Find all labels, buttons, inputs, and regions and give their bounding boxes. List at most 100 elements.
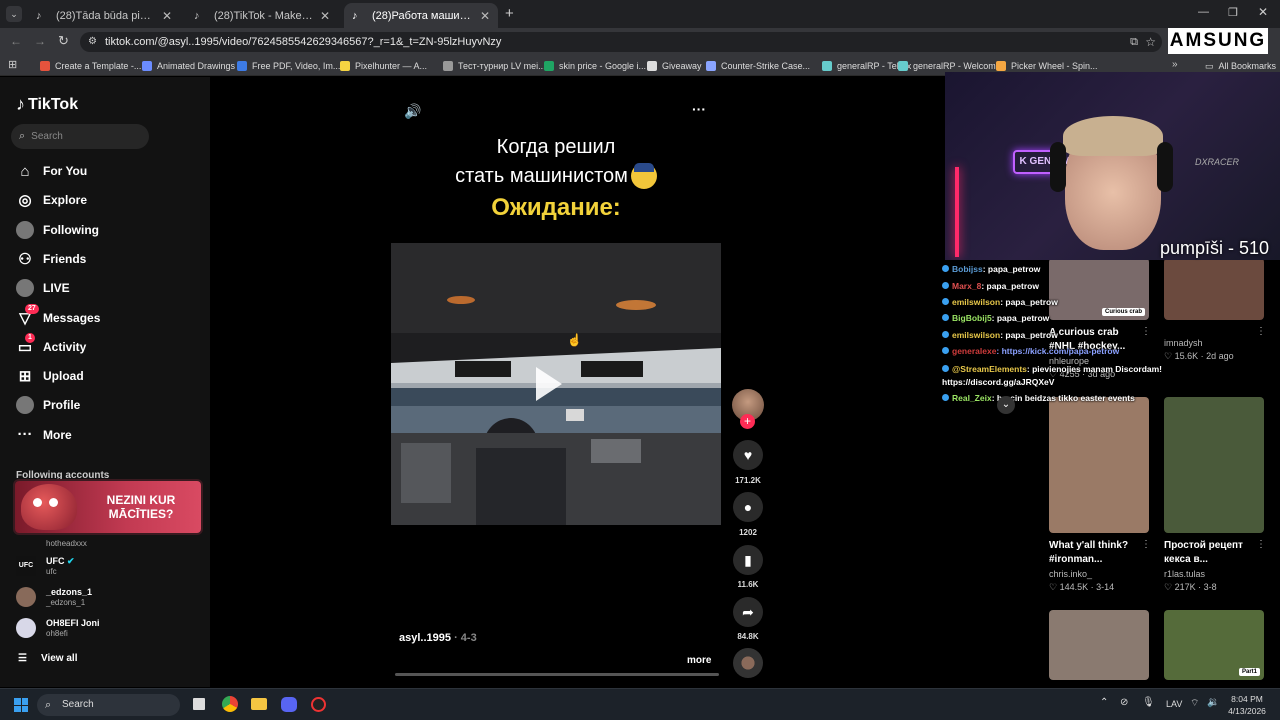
video-thumbnail[interactable] — [1164, 258, 1264, 320]
search-input[interactable]: ⌕ Search — [11, 124, 149, 149]
sidebar-item-friends[interactable]: ⚇ Friends — [16, 248, 86, 270]
sidebar-item-explore[interactable]: ◎ Explore — [16, 189, 87, 211]
play-icon[interactable] — [536, 367, 562, 401]
chat-text: : papa_petrow — [991, 313, 1050, 323]
close-tab-icon[interactable]: ✕ — [480, 9, 490, 23]
volume-tray-icon[interactable]: 🔉 — [1207, 697, 1219, 708]
bookmark-favicon-icon — [544, 61, 554, 71]
rgb-light — [955, 167, 959, 257]
browser-tab[interactable]: ♪ (28)TikTok - Make Your Day ✕ — [186, 3, 338, 28]
browser-tab-active[interactable]: ♪ (28)Работа машиниста: реаль ✕ — [344, 3, 498, 28]
sidebar-item-following[interactable]: Following — [16, 219, 99, 241]
bookmark-item[interactable]: Counter-Strike Case... — [706, 58, 810, 74]
chat-username: generalexe — [952, 346, 997, 356]
close-tab-icon[interactable]: ✕ — [320, 9, 330, 23]
following-account[interactable]: UFC UFC ✔ ufc — [16, 552, 75, 580]
video-author[interactable]: r1las.tulas — [1164, 569, 1205, 579]
browser-tab[interactable]: ♪ (28)Tāda būda pienāca #fyp #v ✕ — [28, 3, 180, 28]
sidebar-item-live[interactable]: LIVE — [16, 277, 70, 299]
task-view-icon[interactable] — [193, 698, 205, 710]
app-icon[interactable] — [311, 697, 326, 712]
microphone-icon[interactable]: 🎙 — [1142, 697, 1155, 708]
bookmark-item[interactable]: Animated Drawings — [142, 58, 235, 74]
sidebar-item-activity[interactable]: ▭ 1 Activity — [16, 332, 86, 358]
url-input[interactable]: ⚙ tiktok.com/@asyl..1995/video/762458554… — [80, 32, 1162, 52]
chat-badge-icon — [942, 394, 949, 401]
ad-banner[interactable]: NEZINI KUR MĀCĪTIES? — [15, 481, 201, 533]
chat-text: : papa_petrow — [1000, 330, 1058, 340]
minimize-window-icon[interactable]: — — [1198, 6, 1209, 18]
video-title[interactable]: Простой рецепт кекса в... — [1164, 539, 1260, 567]
heart-outline-icon: ♡ — [1164, 582, 1173, 592]
tab-search-button[interactable]: ⌄ — [6, 6, 22, 22]
windows-start-icon[interactable] — [14, 698, 28, 712]
tray-overflow-icon[interactable]: ⌃ — [1100, 697, 1108, 708]
new-tab-button[interactable]: + — [505, 5, 514, 22]
like-button[interactable]: ♥ — [733, 440, 763, 470]
bookmark-item[interactable]: Create a Template -... — [40, 58, 141, 74]
bookmark-star-icon[interactable]: ☆ — [1145, 32, 1156, 52]
site-info-icon[interactable]: ⚙ — [88, 32, 97, 52]
close-tab-icon[interactable]: ✕ — [162, 9, 172, 23]
video-thumbnail[interactable] — [1049, 610, 1149, 680]
video-title[interactable]: What y'all think? #ironman... — [1049, 539, 1145, 567]
following-account[interactable]: OH8EFI Joni oh8efi — [16, 614, 100, 642]
following-account[interactable]: _edzons_1 _edzons_1 — [16, 583, 92, 611]
sound-disc-icon[interactable] — [733, 648, 763, 678]
reload-icon[interactable]: ↻ — [58, 33, 69, 49]
wifi-icon[interactable]: ⌔ — [1190, 697, 1199, 710]
video-thumbnail[interactable] — [1049, 397, 1149, 533]
follow-plus-icon[interactable]: + — [740, 414, 755, 429]
forward-icon[interactable]: → — [34, 34, 46, 48]
share-button[interactable]: ➦ — [733, 597, 763, 627]
video-menu-icon[interactable]: ⋮ — [1256, 539, 1266, 550]
chat-message: emilswilson: papa_petrow — [942, 330, 1058, 340]
sidebar-item-upload[interactable]: ⊞ Upload — [16, 365, 84, 387]
video-menu-icon[interactable]: ⋮ — [1141, 326, 1151, 337]
more-link[interactable]: more — [687, 655, 711, 666]
bookmark-item[interactable]: skin price - Google i... — [544, 58, 646, 74]
video-player[interactable]: ☝ — [391, 243, 721, 525]
sidebar-item-for-you[interactable]: ⌂ For You — [16, 160, 87, 182]
video-options-icon[interactable]: ··· — [692, 101, 706, 117]
save-button[interactable]: ▮ — [733, 545, 763, 575]
sidebar-item-profile[interactable]: Profile — [16, 394, 80, 416]
volume-icon[interactable]: 🔊 — [404, 103, 421, 120]
restore-window-icon[interactable]: ❐ — [1228, 6, 1238, 19]
video-menu-icon[interactable]: ⋮ — [1141, 539, 1151, 550]
install-app-icon[interactable]: ⧉ — [1130, 32, 1138, 52]
back-icon[interactable]: ← — [10, 34, 22, 48]
view-all-link[interactable]: ☰ View all — [18, 647, 77, 669]
bookmark-item[interactable]: Free PDF, Video, Im... — [237, 58, 340, 74]
sidebar-item-more[interactable]: ··· More — [16, 424, 72, 446]
chrome-icon[interactable] — [222, 696, 238, 712]
language-indicator[interactable]: LAV — [1166, 699, 1182, 709]
save-count: 11.6K — [737, 580, 759, 589]
profile-avatar-icon — [16, 396, 34, 415]
apps-grid-icon[interactable]: ⊞ — [8, 58, 17, 71]
taskbar-search-input[interactable]: ⌕ Search — [37, 694, 180, 716]
video-progress-bar[interactable] — [395, 673, 719, 676]
video-author[interactable]: imnadysh — [1164, 338, 1203, 348]
discord-icon[interactable] — [281, 697, 297, 712]
video-author[interactable]: chris.inko_ — [1049, 569, 1092, 579]
heart-icon: ♥ — [743, 447, 753, 463]
close-window-icon[interactable]: ✕ — [1258, 5, 1268, 19]
bookmark-item[interactable]: Giveaway — [647, 58, 702, 74]
network-off-icon[interactable]: ⊘ — [1120, 697, 1128, 708]
chat-scroll-down-icon[interactable]: ⌄ — [997, 396, 1015, 414]
bookmark-item[interactable]: Тест-турнир LV mei... — [443, 58, 546, 74]
clock[interactable]: 8:04 PM 4/13/2026 — [1228, 693, 1266, 717]
tiktok-logo[interactable]: ♪ TikTok — [16, 94, 78, 115]
bookmark-item[interactable]: Pixelhunter — A... — [340, 58, 427, 74]
sidebar-item-messages[interactable]: ▽ 27 Messages — [16, 303, 100, 329]
video-thumbnail[interactable] — [1164, 397, 1264, 533]
video-thumbnail[interactable]: Curious crab — [1049, 258, 1149, 320]
file-explorer-icon[interactable] — [251, 698, 267, 710]
video-thumbnail[interactable]: Part1 — [1164, 610, 1264, 680]
samsung-logo: AMSUNG — [1168, 28, 1268, 54]
comment-button[interactable]: ● — [733, 492, 763, 522]
bookmarks-overflow-icon[interactable]: » — [1172, 59, 1178, 70]
video-menu-icon[interactable]: ⋮ — [1256, 326, 1266, 337]
video-author[interactable]: asyl..1995 · 4-3 — [399, 632, 477, 644]
